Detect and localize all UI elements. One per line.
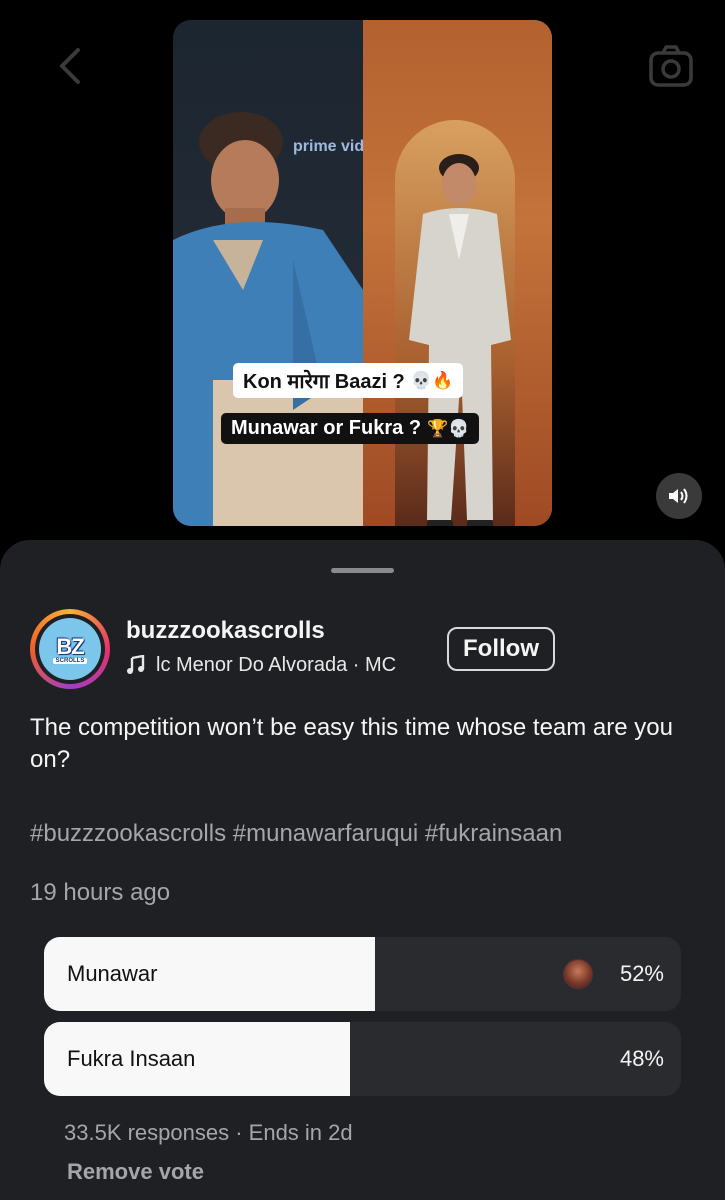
caption-line1-emoji: 💀🔥 [410,370,454,391]
speaker-icon [669,488,688,504]
caption-line2-text: Munawar or Fukra ? [231,417,422,439]
audio-title: lc Menor Do Alvorada · MC [156,653,397,676]
audio-row[interactable]: lc Menor Do Alvorada · MC [126,652,426,678]
avatar-logo-sub: SCROLLS [52,658,88,664]
back-chevron-icon[interactable] [52,46,88,86]
poll-option-munawar[interactable]: Munawar 52% [44,937,681,1011]
poll-option-fukra-insaan[interactable]: Fukra Insaan 48% [44,1022,681,1096]
caption-line2-emoji: 🏆💀 [427,418,470,439]
poll-option-label: Munawar [67,961,158,986]
post-timestamp: 19 hours ago [30,879,171,906]
voter-avatar [563,959,593,989]
poll-option-percent: 48% [619,1046,664,1071]
sheet-drag-handle[interactable] [331,568,394,573]
post-details-sheet: BZ SCROLLS buzzzookascrolls lc Menor Do … [0,540,725,1200]
avatar[interactable]: BZ SCROLLS [30,609,110,689]
video-area: prime vid Kon मारेगा Baazi ? 💀🔥 Munawar … [0,0,725,560]
post-caption: The competition won’t be easy this time … [30,714,673,773]
camera-icon[interactable] [648,44,694,88]
poll-option-percent: 52% [619,961,664,986]
caption-line1-text: Kon मारेगा Baazi ? [243,371,405,393]
avatar-logo: BZ [56,634,84,659]
poll-option-label: Fukra Insaan [67,1046,196,1071]
person-right-figure [409,154,511,526]
person-left-figure [173,112,363,526]
mute-button[interactable] [656,473,702,519]
avatar-image: BZ SCROLLS [39,618,101,680]
poll-meta: 33.5K responses · Ends in 2d [64,1120,353,1145]
music-note-icon [127,655,145,674]
follow-button[interactable]: Follow [447,627,555,671]
post-hashtags[interactable]: #buzzzookascrolls #munawarfaruqui #fukra… [30,820,562,848]
remove-vote-button[interactable]: Remove vote [67,1159,204,1185]
username[interactable]: buzzzookascrolls [126,617,325,645]
video-caption-line1: Kon मारेगा Baazi ? 💀🔥 [233,363,464,398]
reel-video[interactable]: prime vid Kon मारेगा Baazi ? 💀🔥 Munawar … [173,20,552,526]
video-caption-line2: Munawar or Fukra ? 🏆💀 [221,413,480,444]
